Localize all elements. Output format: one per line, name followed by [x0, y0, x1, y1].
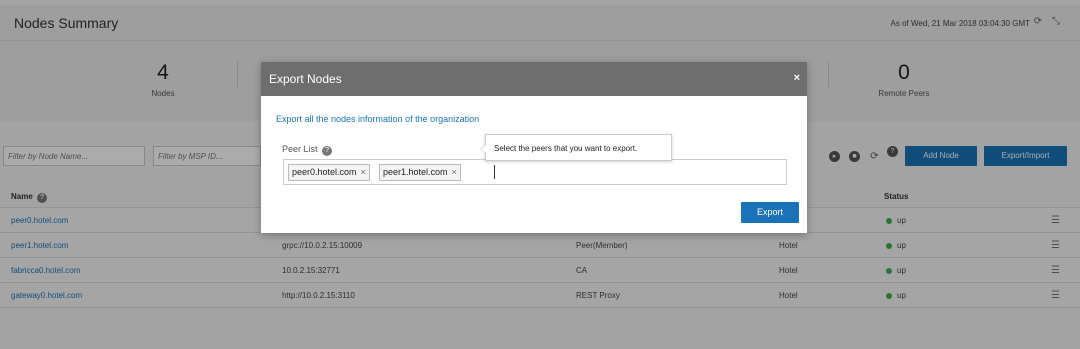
- dialog-header: Export Nodes ×: [261, 62, 807, 96]
- peer-tag: peer0.hotel.com ×: [288, 164, 370, 181]
- export-nodes-dialog: Export Nodes × Export all the nodes info…: [261, 62, 807, 233]
- export-button[interactable]: Export: [741, 202, 799, 223]
- peer-list-label: Peer List ?: [282, 144, 333, 156]
- close-icon[interactable]: ×: [794, 72, 800, 84]
- remove-tag-icon[interactable]: ×: [452, 167, 457, 177]
- help-icon[interactable]: ?: [322, 146, 333, 156]
- dialog-title: Export Nodes: [269, 72, 342, 86]
- peer-list-input[interactable]: peer0.hotel.com × peer1.hotel.com ×: [283, 159, 787, 185]
- dialog-description: Export all the nodes information of the …: [276, 114, 480, 124]
- peer-list-tooltip: Select the peers that you want to export…: [480, 134, 672, 161]
- peer-tag-label: peer1.hotel.com: [383, 167, 448, 177]
- text-caret: [494, 165, 495, 179]
- peer-tag-label: peer0.hotel.com: [292, 167, 357, 177]
- peer-tag: peer1.hotel.com ×: [379, 164, 461, 181]
- peer-list-label-text: Peer List: [282, 144, 318, 154]
- remove-tag-icon[interactable]: ×: [361, 167, 366, 177]
